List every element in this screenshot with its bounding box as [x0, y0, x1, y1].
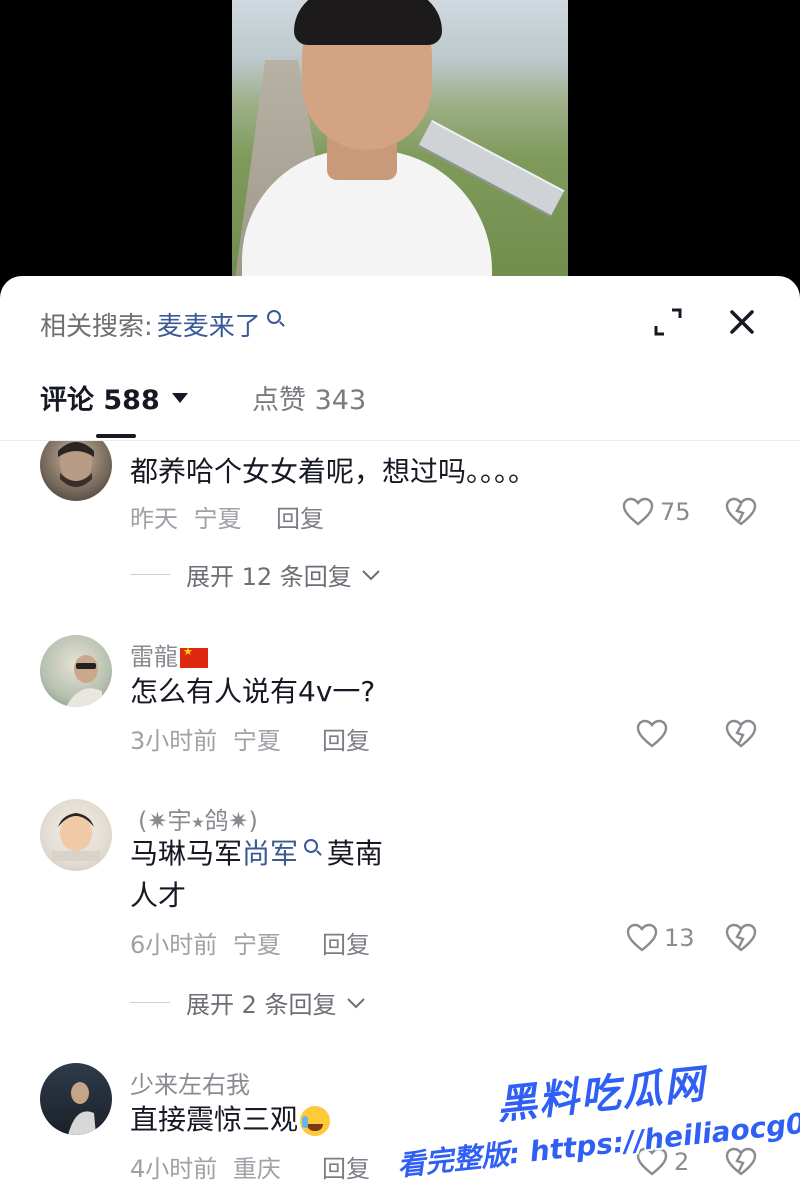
video-frame	[232, 0, 568, 300]
comment-location: 宁夏	[193, 505, 242, 533]
tab-active-indicator	[96, 434, 136, 438]
tab-comments-label: 评论 588	[40, 385, 160, 416]
heart-icon	[636, 719, 668, 748]
comment-text: 都养哈个女女着呢，想过吗。。。。	[130, 455, 537, 488]
comment-text-part: 莫南	[318, 837, 383, 870]
search-icon	[266, 309, 281, 324]
related-search[interactable]: 相关搜索: 麦麦来了	[40, 306, 281, 343]
watermark: 黑料吃瓜网 看完整版: https://heiliaocg02.com	[396, 1061, 800, 1190]
comment-time: 6小时前	[130, 931, 218, 959]
reply-button[interactable]: 回复	[322, 721, 370, 756]
like-button[interactable]: 75	[622, 497, 691, 527]
avatar[interactable]	[40, 635, 112, 707]
expand-icon[interactable]	[652, 306, 684, 338]
comment-tabs: 评论 588 点赞 343	[40, 378, 760, 418]
broken-heart-icon	[725, 497, 757, 526]
search-icon	[304, 839, 319, 853]
dislike-button[interactable]	[724, 923, 758, 953]
search-link[interactable]: 尚军	[242, 837, 298, 870]
chevron-down-icon	[171, 392, 188, 403]
reply-button[interactable]: 回复	[322, 925, 370, 960]
comment-username: (✷宇⭑鸽✷)	[138, 807, 258, 835]
like-button[interactable]: 13	[626, 923, 695, 953]
comment-text: 马琳马军尚军 莫南	[130, 833, 383, 875]
comment-time: 3小时前	[130, 727, 218, 755]
comment-text: 直接震惊三观	[130, 1099, 331, 1141]
heart-icon	[622, 497, 654, 526]
comment-username: 雷龍	[130, 637, 208, 672]
close-icon[interactable]	[724, 304, 760, 340]
expand-replies-button[interactable]: 展开 12 条回复	[130, 557, 382, 592]
username-text: 雷龍	[130, 643, 178, 671]
comment-meta: 6小时前 宁夏	[130, 925, 281, 960]
tab-comments[interactable]: 评论 588	[40, 378, 188, 417]
crying-laughing-emoji-icon	[300, 1106, 331, 1136]
comment-meta: 3小时前 宁夏	[130, 721, 281, 756]
comment-location: 宁夏	[232, 931, 281, 959]
divider	[130, 574, 170, 575]
chevron-down-icon	[346, 997, 365, 1008]
related-search-label: 相关搜索:	[40, 312, 153, 342]
like-button[interactable]	[636, 719, 668, 749]
avatar[interactable]	[40, 441, 112, 501]
broken-heart-icon	[725, 719, 757, 748]
related-search-query[interactable]: 麦麦来了	[157, 306, 261, 343]
tab-likes[interactable]: 点赞 343	[252, 378, 366, 417]
comment-location: 宁夏	[232, 727, 281, 755]
expand-replies-label: 展开 12 条回复	[186, 563, 352, 591]
comment-time: 4小时前	[130, 1155, 218, 1183]
comment-location: 重庆	[232, 1155, 281, 1183]
broken-heart-icon	[725, 923, 757, 952]
heart-icon	[626, 923, 658, 952]
comment-text-part: 马琳马军	[130, 837, 243, 870]
divider	[130, 1002, 170, 1003]
expand-replies-button[interactable]: 展开 2 条回复	[130, 985, 367, 1020]
expand-replies-label: 展开 2 条回复	[186, 991, 337, 1019]
like-count: 13	[664, 924, 695, 952]
flag-icon	[180, 645, 208, 668]
dislike-button[interactable]	[724, 719, 758, 749]
comment-meta: 4小时前 重庆	[130, 1149, 281, 1184]
avatar[interactable]	[40, 1063, 112, 1135]
comment-text: 怎么有人说有4v一?	[130, 675, 376, 708]
video-person-hair	[294, 0, 442, 45]
avatar[interactable]	[40, 799, 112, 871]
comment-time: 昨天	[130, 505, 178, 533]
dislike-button[interactable]	[724, 497, 758, 527]
comment-meta: 昨天 宁夏	[130, 499, 242, 534]
comment-text-line2: 人才	[130, 879, 187, 912]
chevron-down-icon	[362, 569, 380, 580]
like-count: 75	[660, 498, 691, 526]
reply-button[interactable]: 回复	[322, 1149, 370, 1184]
reply-button[interactable]: 回复	[276, 499, 324, 534]
comment-text-part: 直接震惊三观	[130, 1103, 299, 1136]
video-player[interactable]	[0, 0, 800, 300]
comment-username: 少来左右我	[130, 1071, 250, 1099]
